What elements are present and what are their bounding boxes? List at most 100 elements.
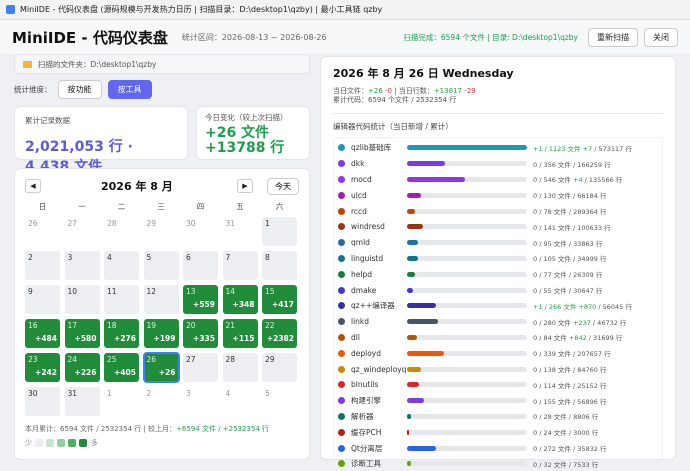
editor-color-dot (338, 302, 345, 310)
calendar-day: 1 (104, 387, 139, 416)
editor-stats-added: +870 (578, 302, 597, 311)
editor-stats-main: 0 / 55 文件 / 30647 行 (533, 287, 603, 296)
editor-row[interactable]: Qt分离层 0 / 272 文件 / 35832 行 (338, 440, 658, 456)
day-number: 15 (265, 287, 275, 296)
calendar-day[interactable]: 11 (104, 285, 139, 314)
calendar-day[interactable]: 13 +559 (183, 285, 218, 314)
calendar-day[interactable]: 17 +580 (64, 319, 100, 348)
editor-row[interactable]: dkk 0 / 356 文件 / 166259 行 (338, 156, 658, 172)
legend-high-label: 多 (91, 439, 98, 447)
calendar-day[interactable]: 29 (262, 353, 297, 382)
calendar-day[interactable]: 19 +199 (143, 319, 179, 348)
calendar-day[interactable]: 8 (262, 251, 297, 280)
heat-legend: 少 多 (25, 438, 299, 448)
calendar-day[interactable]: 21 +115 (222, 319, 258, 348)
editor-bar-fill (407, 398, 424, 404)
prev-month-button[interactable]: ◀ (25, 179, 41, 193)
editor-row[interactable]: dmake 0 / 55 文件 / 30647 行 (338, 282, 658, 298)
calendar-day[interactable]: 23 +242 (25, 353, 60, 382)
today-files: +26 文件 (205, 125, 270, 141)
editor-row[interactable]: qz++编译器 +1 / 266 文件 +870 / 56045 行 (338, 298, 658, 314)
day-delta: +26 (158, 368, 176, 377)
day-delta: +559 (193, 300, 215, 309)
editor-row[interactable]: 诊断工具 0 / 32 文件 / 7533 行 (338, 456, 658, 471)
calendar-day[interactable]: 22 +2382 (262, 319, 297, 348)
calendar-day[interactable]: 25 +405 (104, 353, 139, 382)
editor-bar-fill (407, 382, 419, 388)
editor-row[interactable]: qmld 0 / 95 文件 / 33863 行 (338, 235, 658, 251)
editors-title: 编辑器代码统计（当日新增 / 累计） (333, 122, 453, 131)
editor-row[interactable]: windresd 0 / 141 文件 / 100633 行 (338, 219, 658, 235)
day-number: 28 (225, 355, 236, 364)
editor-row[interactable]: helpd 0 / 77 文件 / 26309 行 (338, 266, 658, 282)
editor-stats: 0 / 339 文件 / 207657 行 (533, 348, 611, 358)
day-number: 30 (186, 219, 196, 228)
calendar-day-today[interactable]: 26 +26 (142, 352, 180, 383)
editor-name: qmld (351, 238, 370, 248)
editor-stats-main: 0 / 138 文件 / 84760 行 (533, 366, 607, 375)
editor-row[interactable]: linguistd 0 / 105 文件 / 34999 行 (338, 251, 658, 267)
editor-color-dot (338, 333, 345, 341)
calendar-day[interactable]: 1 (262, 217, 297, 246)
calendar-day[interactable]: 30 (25, 387, 60, 416)
calendar-day[interactable]: 6 (183, 251, 218, 280)
editor-row[interactable]: qz_windeployqtd 0 / 138 文件 / 84760 行 (338, 361, 658, 377)
editor-stats: 0 / 280 文件 +237 / 46732 行 (533, 317, 626, 327)
editor-stats: 0 / 77 文件 / 26309 行 (533, 269, 602, 279)
mode-by-tool-button[interactable]: 按工具 (107, 80, 152, 99)
editor-stats-main: 0 / 130 文件 / 66184 行 (533, 192, 607, 201)
day-delta: +276 (114, 334, 136, 343)
editor-row[interactable]: dll 0 / 84 文件 +842 / 31699 行 (338, 330, 658, 346)
calendar-day[interactable]: 9 (25, 285, 60, 314)
mode-by-feature-button[interactable]: 按功能 (57, 80, 102, 99)
calendar-day[interactable]: 31 (64, 387, 100, 416)
calendar-day[interactable]: 27 (183, 353, 218, 382)
editor-row[interactable]: linkd 0 / 280 文件 +237 / 46732 行 (338, 314, 658, 330)
editor-bar-fill (407, 145, 527, 151)
editor-bar-fill (407, 445, 436, 451)
day-number: 26 (146, 355, 157, 364)
calendar-day[interactable]: 24 +226 (64, 353, 100, 382)
day-number: 27 (67, 219, 78, 228)
editor-row[interactable]: blnutils 0 / 114 文件 / 25152 行 (338, 377, 658, 393)
calendar-day[interactable]: 10 (64, 285, 100, 314)
calendar-day[interactable]: 2 (25, 251, 60, 280)
calendar-day[interactable]: 18 +276 (104, 319, 139, 348)
editor-row[interactable]: rccd 0 / 78 文件 / 289364 行 (338, 203, 658, 219)
editor-row[interactable]: qzlib基础库 +1 / 1123 文件 +7 / 573117 行 (338, 140, 658, 156)
editor-row[interactable]: ulcd 0 / 130 文件 / 66184 行 (338, 187, 658, 203)
calendar-day[interactable]: 7 (222, 251, 258, 280)
record-card-title: 累计记录数据 (25, 116, 70, 125)
editor-bar-fill (407, 240, 418, 246)
editor-bar-fill (407, 161, 446, 167)
day-files-added: +26 (368, 87, 383, 95)
today-button[interactable]: 今天 (267, 177, 299, 195)
day-delta: +242 (35, 368, 57, 377)
editor-row[interactable]: 构建引擎 0 / 155 文件 / 56896 行 (338, 393, 658, 409)
day-number: 24 (67, 355, 78, 364)
editor-row[interactable]: mocd 0 / 546 文件 +4 / 135566 行 (338, 172, 658, 188)
editor-row[interactable]: deployd 0 / 339 文件 / 207657 行 (338, 345, 658, 361)
calendar-day[interactable]: 28 (222, 353, 258, 382)
calendar-day[interactable]: 4 (104, 251, 139, 280)
editor-row[interactable]: 解析器 0 / 28 文件 / 8806 行 (338, 409, 658, 425)
next-month-button[interactable]: ▶ (237, 179, 253, 193)
close-button[interactable]: 关闭 (644, 27, 678, 47)
calendar-day[interactable]: 20 +335 (183, 319, 218, 348)
editor-bar-fill (407, 255, 418, 261)
editor-bar-fill (407, 176, 465, 182)
calendar-day[interactable]: 14 +348 (222, 285, 258, 314)
editor-row[interactable]: 缓存PCH 0 / 24 文件 / 3000 行 (338, 424, 658, 440)
editor-bar-fill (407, 429, 410, 435)
calendar-day[interactable]: 5 (143, 251, 179, 280)
calendar-day[interactable]: 15 +417 (262, 285, 297, 314)
calendar-day[interactable]: 3 (64, 251, 100, 280)
page-title: MiniIDE - 代码仪表盘 (12, 28, 168, 47)
rescan-button[interactable]: 重新扫描 (588, 27, 638, 47)
calendar-day[interactable]: 16 +484 (25, 319, 60, 348)
calendar-day[interactable]: 12 (143, 285, 179, 314)
weekday-label: 四 (196, 202, 205, 211)
editor-stats: 0 / 546 文件 +4 / 135566 行 (533, 174, 622, 184)
day-number: 29 (146, 219, 157, 228)
weekday-label: 二 (117, 202, 126, 211)
